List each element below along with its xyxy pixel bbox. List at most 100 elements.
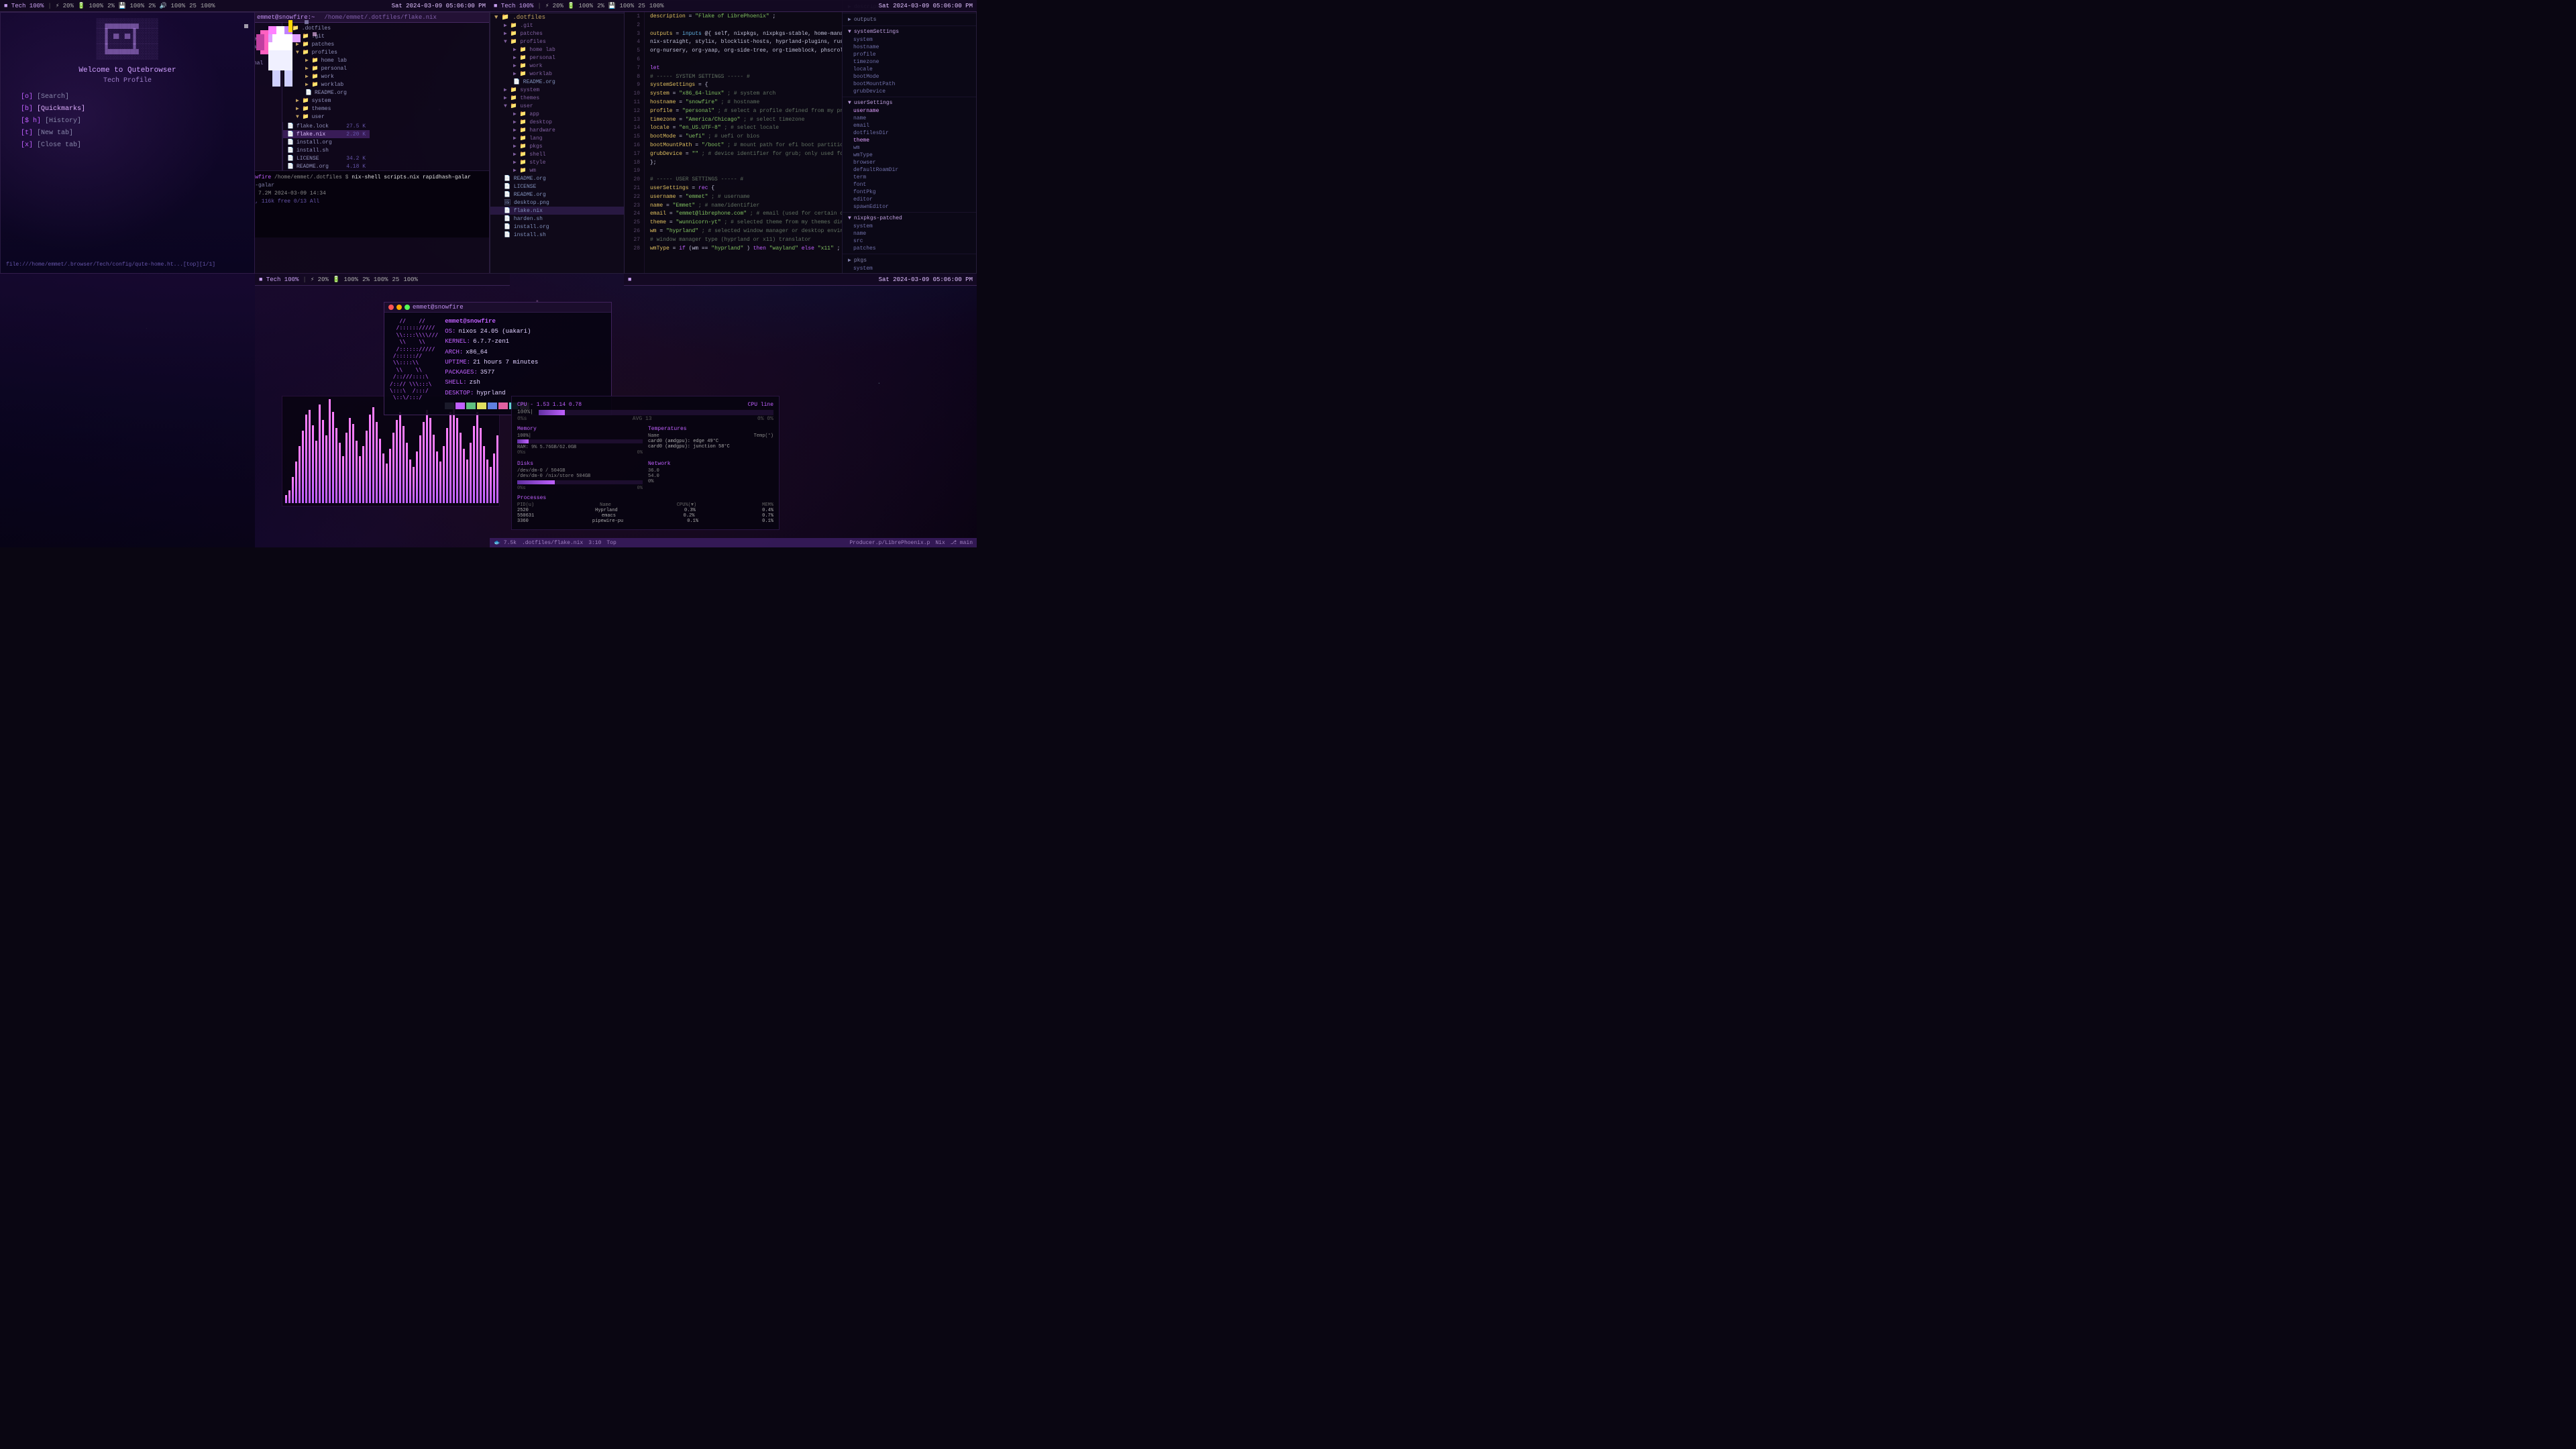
viz-bar-52 xyxy=(460,433,462,503)
panel-item-np-src: src xyxy=(843,237,976,245)
editor-status-pos: 3:10 xyxy=(588,540,601,546)
viz-bar-18 xyxy=(345,433,347,503)
tree-e-install-org[interactable]: 📄 install.org xyxy=(490,223,624,231)
tree-e-wm[interactable]: ▶ 📁 wm xyxy=(490,166,624,174)
tree-e-hardware[interactable]: ▶ 📁 hardware xyxy=(490,126,624,134)
tree-e-readme3[interactable]: 📄 README.org xyxy=(490,191,624,199)
sysmon-network: Network 36.0 54.0 0% xyxy=(648,461,773,491)
tree-e-user[interactable]: ▼ 📁 user xyxy=(490,102,624,110)
tree-e-pkgs[interactable]: ▶ 📁 pkgs xyxy=(490,142,624,150)
tree-e-profiles[interactable]: ▼ 📁 profiles xyxy=(490,38,624,46)
status-r-mem: 2% xyxy=(597,3,604,9)
tree-e-style[interactable]: ▶ 📁 style xyxy=(490,158,624,166)
viz-bar-32 xyxy=(392,433,394,503)
topbar-left: ■ Tech 100% | ⚡ 20% 🔋 100% 2% 💾 100% 2% … xyxy=(0,0,490,12)
qb-menu-history[interactable]: [$ h] [History] xyxy=(7,115,248,127)
sysmon-cpu-bars: 100%| xyxy=(517,409,773,415)
neofetch-min[interactable] xyxy=(396,305,402,310)
sysmon-cpu-bar xyxy=(539,410,565,415)
tree-e-work[interactable]: ▶ 📁 work xyxy=(490,62,624,70)
code-line-16: bootMountPath = "/boot" ; # mount path f… xyxy=(650,142,837,150)
viz-bar-28 xyxy=(379,439,381,503)
sysmon-mem-bar-bg xyxy=(517,439,643,443)
viz-bar-15 xyxy=(335,428,337,503)
tree-e-homelab[interactable]: ▶ 📁 home lab xyxy=(490,46,624,54)
panel-header-pkgs[interactable]: ▶ pkgs xyxy=(843,256,976,265)
neofetch-controls[interactable] xyxy=(388,305,410,310)
panel-item-profile: profile xyxy=(843,51,976,58)
tree-e-lang[interactable]: ▶ 📁 lang xyxy=(490,134,624,142)
viz-bar-7 xyxy=(309,410,311,504)
panel-item-email: email xyxy=(843,122,976,129)
tree-e-hardensh[interactable]: 📄 harden.sh xyxy=(490,215,624,223)
viz-bar-58 xyxy=(480,428,482,503)
status-cpu: ⚡ 20% xyxy=(56,3,74,9)
sysmon-mem-footer: 0%s 0% xyxy=(517,450,643,455)
tree-e-git[interactable]: ▶ 📁 .git xyxy=(490,21,624,30)
panel-header-systemsettings[interactable]: ▼ systemSettings xyxy=(843,28,976,36)
panel-header-nixpkgs[interactable]: ▼ nixpkgs-patched xyxy=(843,214,976,223)
tree-root-dotfiles: ▼ 📁 .dotfiles xyxy=(490,13,624,21)
qb-menu-quickmarks[interactable]: [b] [Quickmarks] xyxy=(7,103,248,115)
system-monitor: CPU - 1.53 1.14 0.78 CPU line 100%| 0%s … xyxy=(511,396,780,530)
fm-file-license[interactable]: 📄 LICENSE 34.2 K xyxy=(283,154,370,162)
code-line-25: theme = "wunnicorn-yt" ; # selected them… xyxy=(650,219,837,227)
panel-item-dotfilesdir: dotfilesDir xyxy=(843,129,976,137)
viz-bar-13 xyxy=(329,399,331,503)
panel-header-usersettings[interactable]: ▼ userSettings xyxy=(843,99,976,107)
code-line-3: outputs = inputs @{ self, nixpkgs, nixpk… xyxy=(650,30,837,39)
qb-menu-closetab[interactable]: [x] [Close tab] xyxy=(7,140,248,152)
editor-status-left: 🐟 7.5k xyxy=(494,539,517,546)
viz-bar-41 xyxy=(423,422,425,503)
tree-e-system[interactable]: ▶ 📁 system xyxy=(490,86,624,94)
viz-bar-21 xyxy=(356,441,358,503)
tree-e-personal[interactable]: ▶ 📁 personal xyxy=(490,54,624,62)
sysmon-net-values: 36.0 54.0 0% xyxy=(648,468,773,484)
tree-e-desktop-png[interactable]: 🖼 desktop.png xyxy=(490,199,624,207)
panel-item-locale: locale xyxy=(843,66,976,73)
neofetch-close[interactable] xyxy=(388,305,394,310)
topbar-right-time: Sat 2024-03-09 05:06:00 PM xyxy=(879,3,973,9)
color-swatch-1 xyxy=(455,402,465,409)
fm-file-install-org[interactable]: 📄 install.org xyxy=(283,138,370,146)
panel-header-outputs[interactable]: ▶ outputs xyxy=(843,15,976,24)
sysmon-mem-title: Memory xyxy=(517,426,643,432)
editor-statusbar: 🐟 7.5k .dotfiles/flake.nix 3:10 Top Prod… xyxy=(490,538,977,547)
status-bl-workspaces: ■ Tech 100% xyxy=(259,276,299,283)
viz-bar-42 xyxy=(426,410,428,504)
tree-e-worklab[interactable]: ▶ 📁 worklab xyxy=(490,70,624,78)
sysmon-disk-title: Disks xyxy=(517,461,643,467)
sysmon-proc-2: 550631 emacs 0.2% 0.7% xyxy=(517,513,773,519)
tree-e-flakenix[interactable]: 📄 flake.nix xyxy=(490,207,624,215)
viz-bar-0 xyxy=(285,495,287,503)
viz-bar-29 xyxy=(382,453,384,503)
status-bat1: 🔋 100% xyxy=(78,3,103,9)
panel-item-np-name: name xyxy=(843,230,976,237)
status-br-icon: ■ xyxy=(628,276,631,283)
panel-item-term: term xyxy=(843,174,976,181)
tree-e-install-sh[interactable]: 📄 install.sh xyxy=(490,231,624,239)
tree-e-readme2[interactable]: 📄 README.org xyxy=(490,174,624,182)
tree-e-app[interactable]: ▶ 📁 app xyxy=(490,110,624,118)
viz-bar-2 xyxy=(292,477,294,503)
sysmon-disk-bar xyxy=(517,480,555,484)
sysmon-mem-values: RAM: 9% 5.76GB/62.0GB xyxy=(517,445,643,450)
editor-code-area[interactable]: description = "Flake of LibrePhoenix" ; … xyxy=(645,1,842,273)
topbar-bottom-left: ■ Tech 100% | ⚡ 20% 🔋 100% 2% 100% 25 10… xyxy=(255,274,510,286)
tree-e-themes[interactable]: ▶ 📁 themes xyxy=(490,94,624,102)
qb-menu-search[interactable]: [o] [Search] xyxy=(7,91,248,103)
fm-file-readme[interactable]: 📄 README.org 4.18 K xyxy=(283,162,370,170)
tree-e-desktop[interactable]: ▶ 📁 desktop xyxy=(490,118,624,126)
tree-e-license[interactable]: 📄 LICENSE xyxy=(490,182,624,191)
tree-e-shell[interactable]: ▶ 📁 shell xyxy=(490,150,624,158)
fm-file-install-sh[interactable]: 📄 install.sh xyxy=(283,146,370,154)
status-workspaces: ■ Tech 100% xyxy=(4,3,44,9)
neofetch-line-uptime: UPTIME: 21 hours 7 minutes xyxy=(445,358,538,368)
tree-e-patches[interactable]: ▶ 📁 patches xyxy=(490,30,624,38)
neofetch-max[interactable] xyxy=(405,305,410,310)
viz-bar-4 xyxy=(299,446,301,503)
code-line-13: timezone = "America/Chicago" ; # select … xyxy=(650,116,837,125)
tree-e-readme[interactable]: 📄 README.org xyxy=(490,78,624,86)
qb-menu-newtab[interactable]: [t] [New tab] xyxy=(7,127,248,140)
qb-welcome-text: Welcome to Qutebrowser xyxy=(7,66,248,74)
